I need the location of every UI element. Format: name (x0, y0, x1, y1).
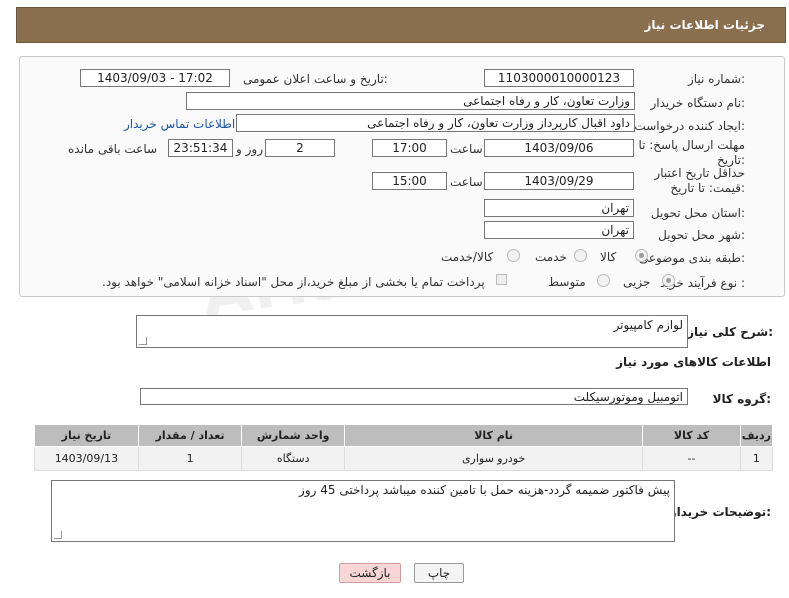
deadline-time-label: ساعت (450, 142, 483, 156)
col-name: نام کالا (343, 424, 644, 447)
announce-field[interactable]: 1403/09/03 - 17:02 (80, 69, 230, 87)
col-date: تاریخ نیاز (34, 424, 139, 447)
need-number-field[interactable]: 1103000010000123 (484, 69, 634, 87)
col-unit: واحد شمارش (241, 424, 345, 447)
description-textarea[interactable]: لوازم کامپیوتر (136, 315, 688, 348)
cell-date: 1403/09/13 (34, 446, 139, 471)
announce-label: تاریخ و ساعت اعلان عمومی: (243, 72, 388, 86)
need-number-label: شماره نیاز: (687, 72, 745, 86)
print-button[interactable]: چاپ (414, 563, 464, 583)
process-option-medium: متوسط (548, 275, 586, 289)
contact-info-link[interactable]: اطلاعات تماس خریدار (124, 117, 235, 131)
category-option-goods: کالا (600, 250, 617, 264)
resize-handle[interactable] (139, 337, 147, 345)
cell-code: -- (642, 446, 741, 471)
goods-group-field[interactable]: اتومبیل وموتورسیکلت (140, 388, 688, 405)
buyer-notes-label: توضیحات خریدار: (669, 505, 771, 519)
province-label: استان محل تحویل: (650, 206, 745, 220)
province-field[interactable]: تهران (484, 199, 634, 217)
col-row: ردیف (739, 424, 774, 447)
validity-date-field[interactable]: 1403/09/29 (484, 172, 634, 190)
cell-name: خودرو سواری (343, 446, 644, 471)
cell-row: 1 (739, 446, 774, 471)
validity-label: حداقل تاریخ اعتبار قیمت: تا تاریخ: (654, 166, 745, 195)
category-radio-both[interactable] (507, 249, 520, 262)
category-option-both: کالا/خدمت (441, 250, 494, 264)
cell-qty: 1 (137, 446, 243, 471)
goods-table: ردیف کد کالا نام کالا واحد شمارش تعداد /… (34, 424, 774, 471)
validity-time-field[interactable]: 15:00 (372, 172, 447, 190)
back-button[interactable]: بازگشت (339, 563, 401, 583)
col-code: کد کالا (642, 424, 741, 447)
category-radio-goods[interactable] (635, 249, 648, 262)
treasury-checkbox[interactable] (496, 274, 507, 285)
process-radio-medium[interactable] (597, 274, 610, 287)
remaining-label: ساعت باقی مانده (68, 142, 158, 156)
page: AriaTender.neT جزئیات اطلاعات نیاز شماره… (0, 0, 789, 598)
process-option-minor: جزیی (623, 275, 651, 289)
description-label: شرح کلی نیاز: (687, 325, 773, 339)
description-text: لوازم کامپیوتر (613, 318, 683, 332)
category-radio-service[interactable] (574, 249, 587, 262)
page-title: جزئیات اطلاعات نیاز (644, 18, 765, 32)
cell-unit: دستگاه (241, 446, 345, 471)
payment-note: پرداخت تمام یا بخشی از مبلغ خرید،از محل … (102, 275, 485, 289)
resize-handle[interactable] (54, 531, 62, 539)
process-radio-minor[interactable] (662, 274, 675, 287)
days-field[interactable]: 2 (265, 139, 335, 157)
buyer-org-label: نام دستگاه خریدار: (650, 96, 746, 110)
col-qty: تعداد / مقدار (137, 424, 243, 447)
creator-label: ایجاد کننده درخواست: (634, 119, 745, 133)
table-row: 1 -- خودرو سواری دستگاه 1 1403/09/13 (34, 446, 774, 471)
table-header-row: ردیف کد کالا نام کالا واحد شمارش تعداد /… (34, 424, 774, 447)
goods-group-label: گروه کالا: (712, 392, 771, 406)
category-label: طبقه بندی موضوعی: (638, 251, 745, 265)
buyer-notes-text: پیش فاکتور ضمیمه گردد-هزینه حمل با تامین… (299, 483, 670, 497)
header-bar: جزئیات اطلاعات نیاز (16, 7, 786, 43)
deadline-label: مهلت ارسال پاسخ: تا تاریخ: (638, 138, 745, 167)
deadline-time-field[interactable]: 17:00 (372, 139, 447, 157)
city-label: شهر محل تحویل: (658, 228, 745, 242)
goods-section-title: اطلاعات کالاهای مورد نیاز (616, 355, 771, 369)
deadline-date-field[interactable]: 1403/09/06 (484, 139, 634, 157)
category-option-service: خدمت (535, 250, 567, 264)
remaining-time-field[interactable]: 23:51:34 (168, 139, 233, 157)
days-label: روز و (236, 142, 263, 156)
validity-time-label: ساعت (450, 175, 483, 189)
buyer-org-field[interactable]: وزارت تعاون، کار و رفاه اجتماعی (186, 92, 635, 110)
city-field[interactable]: تهران (484, 221, 634, 239)
creator-field[interactable]: داود اقبال کارپرداز وزارت تعاون، کار و ر… (236, 114, 635, 132)
buyer-notes-textarea[interactable]: پیش فاکتور ضمیمه گردد-هزینه حمل با تامین… (51, 480, 675, 542)
